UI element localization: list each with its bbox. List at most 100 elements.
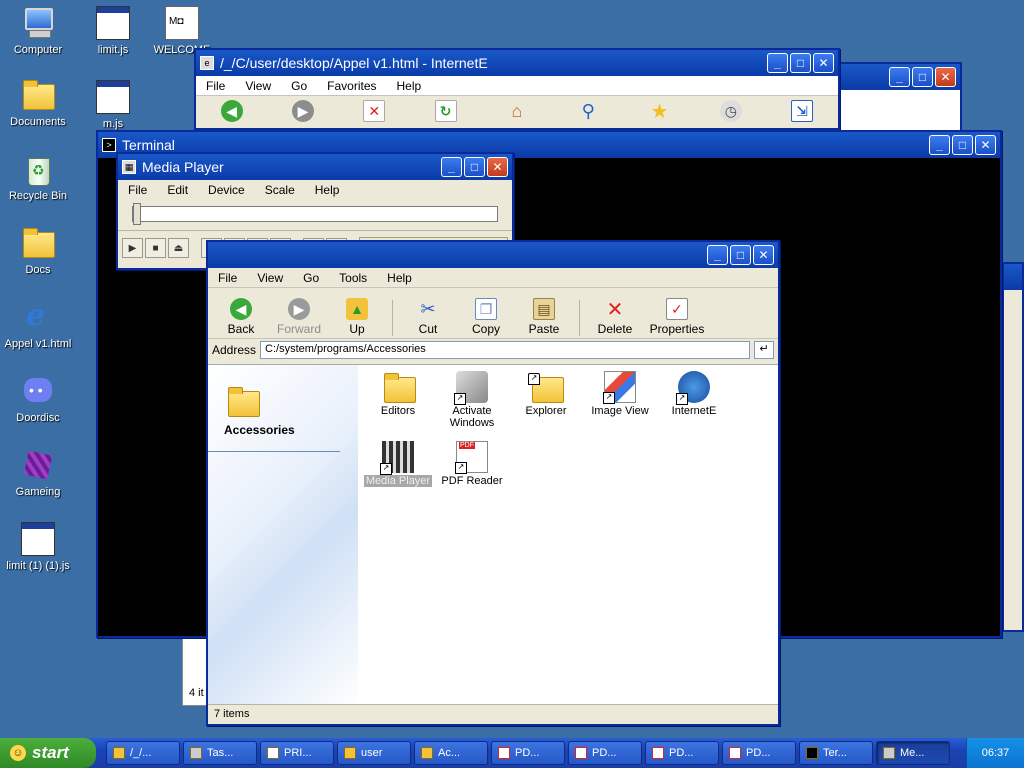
minimize-button[interactable]: _ <box>889 67 910 87</box>
file-item-activate-windows[interactable]: Activate Windows <box>436 371 508 429</box>
file-item-internete[interactable]: InternetE <box>658 371 730 417</box>
desktop-icon-gameing[interactable]: Gameing <box>0 446 76 498</box>
back-arrow-icon[interactable]: ◀ <box>220 100 243 122</box>
start-button[interactable]: ☺ start <box>0 738 96 768</box>
task-button-pdf-4[interactable]: PD... <box>722 741 796 765</box>
task-button-user[interactable]: user <box>337 741 411 765</box>
forward-button[interactable]: ▶ Forward <box>272 298 326 336</box>
background-window[interactable]: _ □ ✕ <box>830 62 962 132</box>
file-item-pdf-reader[interactable]: PDF PDF Reader <box>436 441 508 487</box>
desktop-icon-doordisc[interactable]: Doordisc <box>0 372 76 424</box>
menu-help[interactable]: Help <box>387 79 432 93</box>
close-button[interactable]: ✕ <box>935 67 956 87</box>
desktop-icon-m-js[interactable]: m.js <box>75 78 151 130</box>
menu-scale[interactable]: Scale <box>255 183 305 197</box>
close-button[interactable]: ✕ <box>813 53 834 73</box>
task-label: PD... <box>592 747 617 759</box>
close-button[interactable]: ✕ <box>487 157 508 177</box>
window-title: Terminal <box>122 137 175 153</box>
file-item-explorer[interactable]: Explorer <box>510 371 582 417</box>
terminal-icon <box>806 747 818 759</box>
copy-button[interactable]: ❐ Copy <box>459 298 513 336</box>
media-player-titlebar[interactable]: ▦ Media Player _ □ ✕ <box>118 154 512 180</box>
browser-titlebar[interactable]: e /_/C/user/desktop/Appel v1.html - Inte… <box>196 50 838 76</box>
task-button-terminal[interactable]: Ter... <box>799 741 873 765</box>
menu-help[interactable]: Help <box>377 271 422 285</box>
task-button-accessories[interactable]: Ac... <box>414 741 488 765</box>
back-button[interactable]: ◀ Back <box>214 298 268 336</box>
delete-button[interactable]: ✕ Delete <box>588 298 642 337</box>
home-icon[interactable]: ⌂ <box>506 100 528 122</box>
file-item-image-view[interactable]: Image View <box>584 371 656 417</box>
close-button[interactable]: ✕ <box>975 135 996 155</box>
task-button-pri[interactable]: PRI... <box>260 741 334 765</box>
minimize-button[interactable]: _ <box>767 53 788 73</box>
menu-file[interactable]: File <box>208 271 247 285</box>
seek-slider[interactable] <box>132 203 498 225</box>
maximize-button[interactable]: □ <box>912 67 933 87</box>
fullscreen-icon[interactable]: ⇲ <box>791 100 814 122</box>
cut-button[interactable]: ✂ Cut <box>401 298 455 337</box>
file-item-editors[interactable]: Editors <box>362 371 434 417</box>
close-button[interactable]: ✕ <box>753 245 774 265</box>
task-button-pdf-2[interactable]: PD... <box>568 741 642 765</box>
maximize-button[interactable]: □ <box>952 135 973 155</box>
go-arrow-icon[interactable]: ↵ <box>754 341 774 359</box>
browser-window[interactable]: e /_/C/user/desktop/Appel v1.html - Inte… <box>194 48 840 130</box>
desktop-icon-limit-js[interactable]: limit.js <box>75 4 151 56</box>
explorer-window[interactable]: _ □ ✕ File View Go Tools Help ◀ Back ▶ F… <box>206 240 780 726</box>
minimize-button[interactable]: _ <box>707 245 728 265</box>
minimize-button[interactable]: _ <box>441 157 462 177</box>
search-icon[interactable]: ⚲ <box>577 100 599 122</box>
task-button-task-manager[interactable]: Tas... <box>183 741 257 765</box>
background-window[interactable] <box>1002 262 1024 632</box>
folder-icon <box>344 747 356 759</box>
seek-slider-thumb[interactable] <box>133 203 141 225</box>
file-view[interactable]: Accessories Editors Activate Windows Exp… <box>208 364 778 704</box>
task-button-media-player[interactable]: Me... <box>876 741 950 765</box>
paste-button[interactable]: ▤ Paste <box>517 298 571 336</box>
menu-tools[interactable]: Tools <box>329 271 377 285</box>
menu-go[interactable]: Go <box>293 271 329 285</box>
forward-arrow-icon[interactable]: ▶ <box>291 100 314 122</box>
desktop-icon-recycle-bin[interactable]: Recycle Bin <box>0 150 76 202</box>
desktop-icon-computer[interactable]: Computer <box>0 4 76 56</box>
maximize-button[interactable]: □ <box>790 53 811 73</box>
pdf-icon <box>652 747 664 759</box>
menu-favorites[interactable]: Favorites <box>317 79 386 93</box>
script-icon <box>96 6 130 40</box>
menu-view[interactable]: View <box>247 271 293 285</box>
delete-label: Delete <box>597 322 633 336</box>
properties-button[interactable]: ✓ Properties <box>646 298 708 336</box>
play-button[interactable]: ▶ <box>122 238 143 258</box>
desktop-icon-appel[interactable]: Appel v1.html <box>0 298 76 350</box>
favorites-star-icon[interactable]: ★ <box>649 100 671 123</box>
menu-file[interactable]: File <box>118 183 157 197</box>
menu-help[interactable]: Help <box>305 183 350 197</box>
menu-device[interactable]: Device <box>198 183 255 197</box>
explorer-titlebar[interactable]: _ □ ✕ <box>208 242 778 268</box>
eject-button[interactable]: ⏏ <box>168 238 189 258</box>
history-icon[interactable]: ◷ <box>719 100 742 122</box>
task-label: Ter... <box>823 747 847 759</box>
clock[interactable]: 06:37 <box>982 747 1010 759</box>
stop-button[interactable]: ■ <box>145 238 166 258</box>
up-button[interactable]: ▲ Up <box>330 298 384 336</box>
menu-view[interactable]: View <box>235 79 281 93</box>
refresh-icon[interactable]: ↻ <box>434 100 457 122</box>
address-input[interactable]: C:/system/programs/Accessories <box>260 341 750 359</box>
desktop-icon-limit-1-1[interactable]: limit (1) (1).js <box>0 520 76 572</box>
desktop-icon-documents[interactable]: Documents <box>0 76 76 128</box>
task-button-pdf-3[interactable]: PD... <box>645 741 719 765</box>
menu-edit[interactable]: Edit <box>157 183 198 197</box>
task-button-pdf-1[interactable]: PD... <box>491 741 565 765</box>
maximize-button[interactable]: □ <box>730 245 751 265</box>
stop-icon[interactable]: ✕ <box>363 100 386 122</box>
maximize-button[interactable]: □ <box>464 157 485 177</box>
desktop-icon-docs[interactable]: Docs <box>0 224 76 276</box>
menu-file[interactable]: File <box>196 79 235 93</box>
file-item-media-player[interactable]: Media Player <box>362 441 434 487</box>
menu-go[interactable]: Go <box>281 79 317 93</box>
task-button-browser[interactable]: /_/... <box>106 741 180 765</box>
minimize-button[interactable]: _ <box>929 135 950 155</box>
